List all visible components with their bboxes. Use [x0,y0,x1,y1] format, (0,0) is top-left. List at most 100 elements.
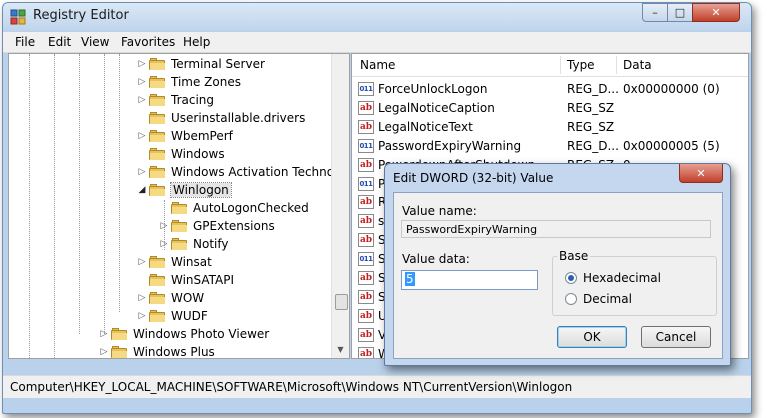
tree-vertical-scrollbar[interactable]: ▼ [331,54,349,358]
expand-arrow-icon[interactable]: ▷ [159,221,169,231]
value-data-text: 5 [405,272,415,286]
string-value-icon: ab [358,100,374,115]
menu-edit[interactable]: Edit [48,35,71,49]
list-item[interactable]: ab LegalNoticeText REG_SZ [352,118,748,136]
window-title: Registry Editor [33,8,129,23]
string-value-icon: ab [358,119,374,134]
expand-arrow-icon[interactable]: ▷ [137,131,147,141]
tree-item[interactable]: Windows [137,145,225,163]
base-groupbox [552,256,717,316]
tree-guide-line [104,54,105,334]
collapse-arrow-icon[interactable]: ◢ [137,185,147,195]
column-header-name[interactable]: Name [360,58,395,72]
tree-item[interactable]: ◢ Winlogon [137,181,232,199]
folder-icon [149,274,165,286]
expand-arrow-icon[interactable]: ▷ [159,239,169,249]
list-item[interactable]: 011 ForceUnlockLogon REG_D... 0x00000000 (0… [352,80,748,98]
tree-item-label: WOW [171,291,205,305]
scroll-down-arrow-icon[interactable]: ▼ [332,341,349,358]
menu-view[interactable]: View [81,35,109,49]
folder-icon [149,166,165,178]
hexadecimal-option[interactable]: Hexadecimal [565,271,661,285]
tree-item[interactable]: ▷ Terminal Server [137,55,265,73]
tree-item[interactable]: ▷ WbemPerf [137,127,233,145]
title-bar[interactable]: Registry Editor – □ ✕ [3,3,751,31]
menu-favorites[interactable]: Favorites [121,35,175,49]
column-header-data[interactable]: Data [623,58,652,72]
tree-item-label: GPExtensions [193,219,275,233]
folder-icon [149,148,165,160]
expand-arrow-icon[interactable]: ▷ [137,293,147,303]
menu-help[interactable]: Help [183,35,210,49]
tree-item-label: Tracing [171,93,215,107]
string-value-icon: ab [358,214,374,229]
tree-item[interactable]: ▷ Windows Photo Viewer [99,325,270,343]
dword-value-icon: 011 [358,138,374,153]
value-data-cell: 0x00000000 (0) [623,82,720,96]
close-button[interactable]: ✕ [692,3,740,22]
folder-icon [149,292,165,304]
edit-dword-dialog: Edit DWORD (32-bit) Value ✕ Value name: … [384,163,731,366]
folder-icon [111,328,127,340]
folder-icon [149,76,165,88]
tree-item[interactable]: ▷ Windows Plus [99,343,215,359]
ok-button[interactable]: OK [557,326,627,348]
expand-arrow-icon[interactable]: ▷ [137,167,147,177]
maximize-button[interactable]: □ [667,3,693,22]
decimal-option[interactable]: Decimal [565,292,632,306]
tree-item-label: Windows Plus [133,345,215,359]
base-label: Base [557,249,591,263]
list-item[interactable]: ab LegalNoticeCaption REG_SZ [352,99,748,117]
tree-item[interactable]: ▷ WOW [137,289,205,307]
expand-arrow-icon[interactable]: ▷ [99,347,109,357]
cancel-button[interactable]: Cancel [641,326,711,348]
scrollbar-thumb[interactable] [335,294,348,310]
menu-file[interactable]: File [15,35,35,49]
tree-item-label: AutoLogonChecked [193,201,309,215]
expand-arrow-icon[interactable]: ▷ [99,329,109,339]
tree-item[interactable]: AutoLogonChecked [159,199,309,217]
list-item[interactable]: 011 PasswordExpiryWarning REG_D... 0x000000… [352,137,748,155]
column-divider[interactable] [560,56,561,74]
tree-item[interactable]: ▷ Tracing [137,91,214,109]
hexadecimal-radio[interactable] [565,272,577,284]
column-divider[interactable] [616,56,617,74]
value-name-cell: LegalNoticeText [378,119,473,134]
string-value-icon: ab [358,327,374,342]
dword-value-icon: 011 [358,176,374,191]
tree-guide-line [119,54,120,312]
folder-icon [149,94,165,106]
dialog-close-button[interactable]: ✕ [679,164,723,183]
expand-arrow-icon[interactable]: ▷ [137,311,147,321]
column-header-type[interactable]: Type [567,58,595,72]
tree-item-label: Windows Activation Technolo [171,165,345,179]
key-tree-pane[interactable]: ▷ Terminal Server ▷ Time Zones ▷ Tracing Useri… [8,53,350,359]
folder-icon [171,238,187,250]
tree-item-label: Winsat [171,255,212,269]
minimize-button[interactable]: – [642,3,668,22]
decimal-radio[interactable] [565,293,577,305]
value-type-cell: REG_SZ [567,119,615,134]
tree-item[interactable]: ▷ Time Zones [137,73,241,91]
tree-guide-line [54,54,55,358]
folder-icon [149,184,165,196]
expand-arrow-icon[interactable]: ▷ [137,95,147,105]
tree-item[interactable]: Userinstallable.drivers [137,109,305,127]
expand-arrow-icon[interactable]: ▷ [137,257,147,267]
dword-value-icon: 011 [358,82,374,96]
tree-item[interactable]: ▷ Winsat [137,253,212,271]
expand-arrow-icon[interactable]: ▷ [137,77,147,87]
tree-item-label: Windows Photo Viewer [133,327,270,341]
tree-item[interactable]: WinSATAPI [137,271,234,289]
value-name-cell: LegalNoticeCaption [378,100,495,115]
tree-item[interactable]: ▷ GPExtensions [159,217,275,235]
tree-item[interactable]: ▷ Windows Activation Technolo [137,163,345,181]
tree-item[interactable]: ▷ WUDF [137,307,208,325]
value-data-input[interactable]: 5 [401,270,538,290]
registry-editor-icon [10,9,26,25]
expand-arrow-icon[interactable]: ▷ [137,59,147,69]
tree-item-label: Windows [171,147,225,161]
tree-item[interactable]: ▷ Notify [159,235,229,253]
tree-item-label: Terminal Server [171,57,265,71]
list-header: Name Type Data [352,54,748,77]
